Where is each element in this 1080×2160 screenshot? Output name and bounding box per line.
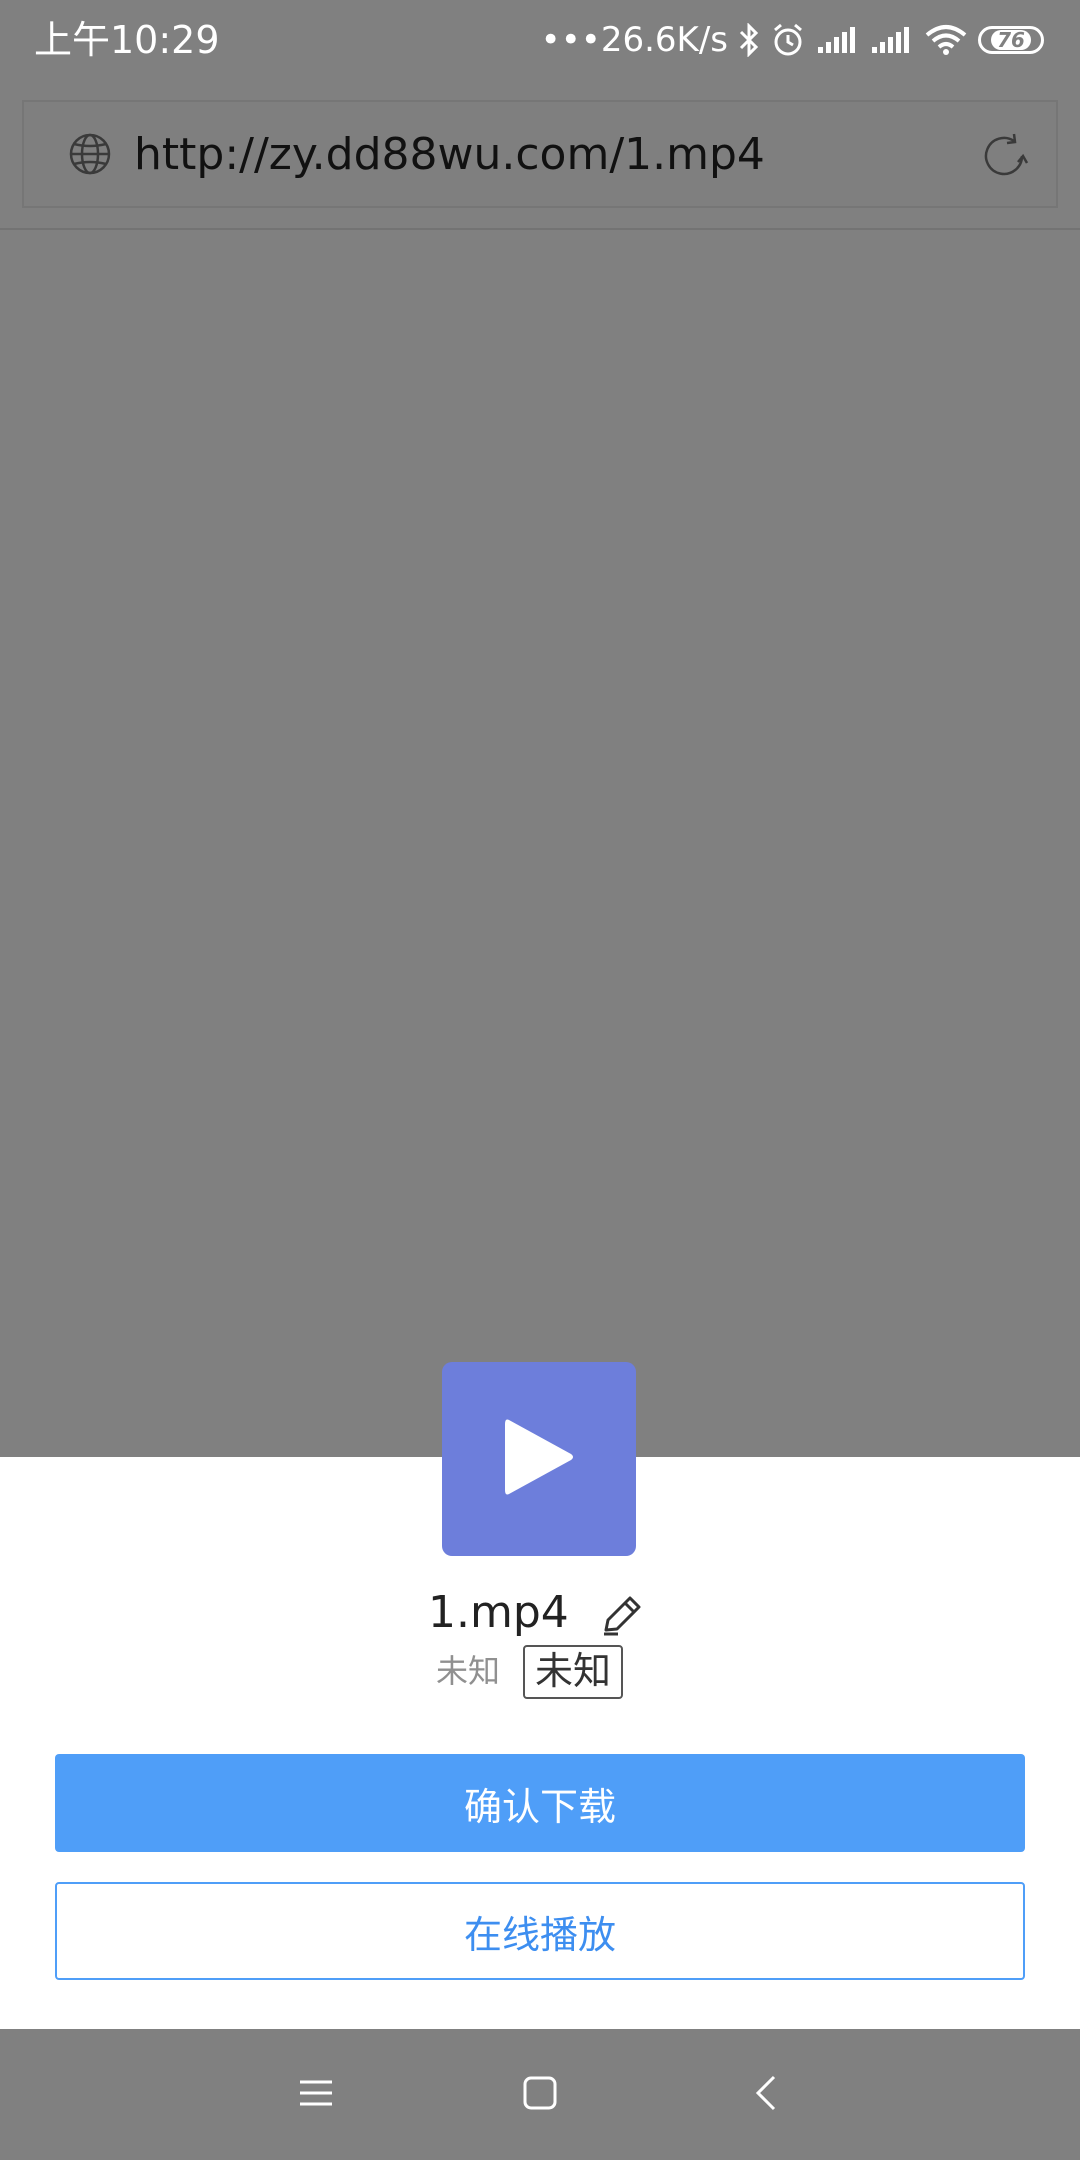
play-icon — [499, 1414, 579, 1504]
file-name: 1.mp4 — [428, 1587, 569, 1638]
signal-icon — [870, 25, 914, 55]
navigation-bar — [0, 2029, 1080, 2160]
signal-icon — [816, 25, 860, 55]
file-thumbnail — [442, 1362, 636, 1556]
url-text[interactable]: http://zy.dd88wu.com/1.mp4 — [134, 126, 765, 184]
alarm-icon — [770, 22, 806, 58]
file-type-badge: 未知 — [523, 1645, 624, 1699]
status-icons: •••26.6K/s 76 — [541, 16, 1044, 64]
address-bar-divider — [0, 228, 1080, 230]
play-online-button[interactable]: 在线播放 — [55, 1882, 1025, 1980]
battery-icon: 76 — [978, 26, 1044, 54]
status-time: 上午10:29 — [34, 18, 220, 62]
status-bar: 上午10:29 •••26.6K/s 76 — [0, 0, 1080, 80]
globe-icon — [68, 132, 112, 180]
file-size-label: 未知 — [436, 1652, 501, 1690]
battery-level: 76 — [991, 30, 1031, 50]
refresh-icon[interactable] — [978, 130, 1030, 186]
wifi-icon — [924, 23, 968, 57]
address-bar[interactable]: http://zy.dd88wu.com/1.mp4 — [22, 100, 1058, 208]
confirm-download-button[interactable]: 确认下载 — [55, 1754, 1025, 1852]
pencil-icon[interactable] — [598, 1592, 646, 1642]
filename-row: 1.mp4 — [0, 1582, 1080, 1644]
back-icon[interactable] — [748, 2073, 788, 2117]
home-icon[interactable] — [520, 2073, 560, 2117]
bluetooth-icon — [738, 23, 760, 57]
file-meta-row: 未知 未知 — [0, 1645, 1080, 1699]
network-speed: •••26.6K/s — [540, 20, 728, 60]
menu-icon[interactable] — [296, 2073, 336, 2117]
